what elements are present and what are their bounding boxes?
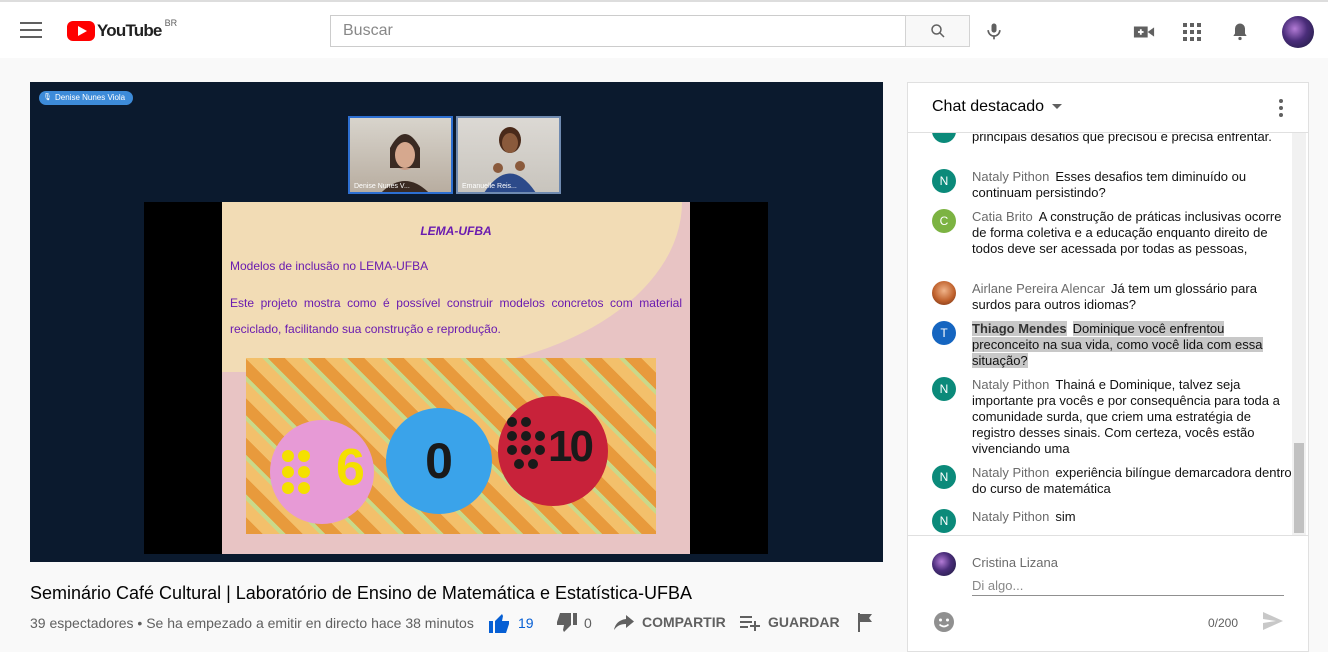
masthead: YouTube BR Buscar	[0, 0, 1328, 58]
chat-avatar	[932, 281, 956, 305]
video-title: Seminário Café Cultural | Laboratório de…	[30, 583, 692, 603]
chat-author[interactable]: Nataly Pithon	[972, 169, 1049, 184]
notifications-bell-icon[interactable]	[1228, 19, 1252, 43]
more-options-icon[interactable]	[1279, 99, 1283, 117]
report-button[interactable]	[856, 612, 874, 632]
chevron-down-icon	[1052, 104, 1063, 110]
thumbs-down-icon	[557, 613, 577, 632]
chat-author[interactable]: Nataly Pithon	[972, 377, 1049, 392]
participant-thumbnail-1: Denise Nunes V...	[348, 116, 453, 194]
chat-author[interactable]: Thiago Mendes	[972, 321, 1067, 336]
save-label: GUARDAR	[768, 614, 840, 630]
chat-message-text: sim	[1055, 509, 1076, 524]
participant-1-name: Denise Nunes V...	[354, 183, 410, 190]
like-button[interactable]: 19	[488, 612, 534, 634]
share-label: COMPARTIR	[642, 614, 726, 630]
char-counter: 0/200	[1208, 616, 1239, 630]
share-button[interactable]: COMPARTIR	[612, 612, 726, 632]
chat-message: principais desafios que precisou e preci…	[932, 133, 1292, 145]
disc-number-6: 6	[336, 439, 365, 497]
share-icon	[614, 615, 634, 630]
video-player[interactable]: Denise Nunes Viola Denise Nunes V... Ema…	[30, 82, 883, 562]
blue-disc: 0	[386, 408, 492, 514]
video-meta: 39 espectadores • Se ha empezado a emiti…	[30, 615, 474, 631]
slide-heading: Modelos de inclusão no LEMA-UFBA	[230, 259, 429, 273]
youtube-play-icon	[67, 21, 95, 41]
chat-header[interactable]: Chat destacado	[908, 83, 1308, 133]
participant-2-name: Emanuelle Reis...	[462, 183, 517, 190]
account-avatar[interactable]	[1282, 16, 1314, 48]
dislike-button[interactable]: 0	[554, 612, 592, 634]
red-disc: 10	[498, 396, 608, 506]
chat-avatar	[932, 133, 956, 143]
chat-avatar: T	[932, 321, 956, 345]
scrollbar-thumb[interactable]	[1294, 443, 1304, 533]
chat-input[interactable]: Di algo...	[972, 574, 1284, 596]
flag-icon	[858, 613, 872, 632]
slide-title: LEMA-UFBA	[420, 224, 492, 238]
pink-disc: 6	[270, 420, 374, 524]
logo-country: BR	[164, 18, 178, 28]
user-avatar	[932, 552, 956, 576]
chat-message: N Nataly Pithon Esses desafios tem diminu…	[932, 169, 1292, 201]
search-input[interactable]: Buscar	[330, 15, 906, 47]
logo-text: YouTube	[97, 21, 162, 40]
dislike-count: 0	[584, 615, 592, 631]
chat-message: T Thiago Mendes Dominique você enfrentou …	[932, 321, 1292, 369]
chat-avatar: C	[932, 209, 956, 233]
disc-black-dots	[506, 416, 546, 476]
chat-avatar: N	[932, 465, 956, 489]
shared-screen: LEMA-UFBA Modelos de inclusão no LEMA-UF…	[144, 202, 768, 554]
chat-message: N Nataly Pithon Thainá e Dominique, talve…	[932, 377, 1292, 457]
search-button[interactable]	[905, 15, 970, 47]
chat-author[interactable]: Nataly Pithon	[972, 509, 1049, 524]
chat-compose: Cristina Lizana Di algo... 0/200	[908, 535, 1308, 651]
speaker-tag: Denise Nunes Viola	[39, 91, 134, 105]
disc-number-0: 0	[425, 433, 453, 489]
thumbs-up-icon	[489, 614, 509, 633]
chat-message: C Catia Brito A construção de práticas in…	[932, 209, 1292, 257]
chat-message-text: principais desafios que precisou e preci…	[972, 133, 1272, 144]
emoji-icon[interactable]	[932, 610, 956, 639]
live-chat-panel: Chat destacado principais desafios que p…	[907, 82, 1309, 652]
chat-message: N Nataly Pithon sim	[932, 509, 1292, 533]
chat-avatar: N	[932, 377, 956, 401]
slide-text: Este projeto mostra como é possível cons…	[230, 296, 682, 336]
add-to-playlist-icon	[740, 616, 760, 631]
chat-avatar: N	[932, 169, 956, 193]
chat-author[interactable]: Airlane Pereira Alencar	[972, 281, 1105, 296]
microphone-icon[interactable]	[982, 19, 1006, 43]
apps-grid-icon[interactable]	[1180, 20, 1204, 44]
disc-dots	[280, 448, 328, 496]
like-count: 19	[518, 615, 534, 631]
save-button[interactable]: GUARDAR	[738, 612, 840, 632]
chat-author[interactable]: Nataly Pithon	[972, 465, 1049, 480]
search-icon	[930, 24, 945, 38]
youtube-logo[interactable]: YouTube BR	[67, 18, 178, 41]
create-video-icon[interactable]	[1132, 20, 1156, 44]
chat-avatar: N	[932, 509, 956, 533]
participant-thumbnail-2: Emanuelle Reis...	[456, 116, 561, 194]
send-icon[interactable]	[1261, 610, 1285, 637]
chat-message: Airlane Pereira Alencar Já tem um glossár…	[932, 281, 1292, 313]
compose-user-name: Cristina Lizana	[972, 555, 1058, 570]
chat-messages: principais desafios que precisou e preci…	[908, 133, 1293, 535]
chat-message: N Nataly Pithon experiência bilíngue dema…	[932, 465, 1292, 497]
chat-scrollbar[interactable]	[1292, 133, 1306, 535]
chat-author[interactable]: Catia Brito	[972, 209, 1033, 224]
presentation-slide: LEMA-UFBA Modelos de inclusão no LEMA-UF…	[222, 202, 690, 554]
slide-photo: 6 0 10	[246, 358, 656, 534]
menu-icon[interactable]	[20, 22, 42, 38]
disc-number-10: 10	[548, 422, 594, 471]
chat-mode-label: Chat destacado	[932, 98, 1045, 115]
